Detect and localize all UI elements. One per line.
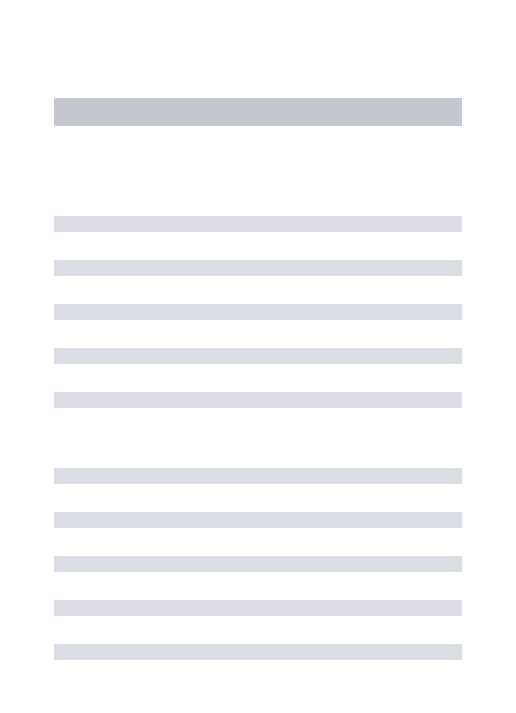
skeleton-container bbox=[0, 0, 516, 660]
text-line-placeholder bbox=[54, 600, 462, 616]
text-line-placeholder bbox=[54, 556, 462, 572]
text-line-placeholder bbox=[54, 260, 462, 276]
section-1 bbox=[54, 216, 462, 408]
text-line-placeholder bbox=[54, 468, 462, 484]
text-line-placeholder bbox=[54, 512, 462, 528]
text-line-placeholder bbox=[54, 304, 462, 320]
title-placeholder bbox=[54, 98, 462, 126]
section-2 bbox=[54, 468, 462, 660]
text-line-placeholder bbox=[54, 392, 462, 408]
text-line-placeholder bbox=[54, 348, 462, 364]
text-line-placeholder bbox=[54, 216, 462, 232]
text-line-placeholder bbox=[54, 644, 462, 660]
